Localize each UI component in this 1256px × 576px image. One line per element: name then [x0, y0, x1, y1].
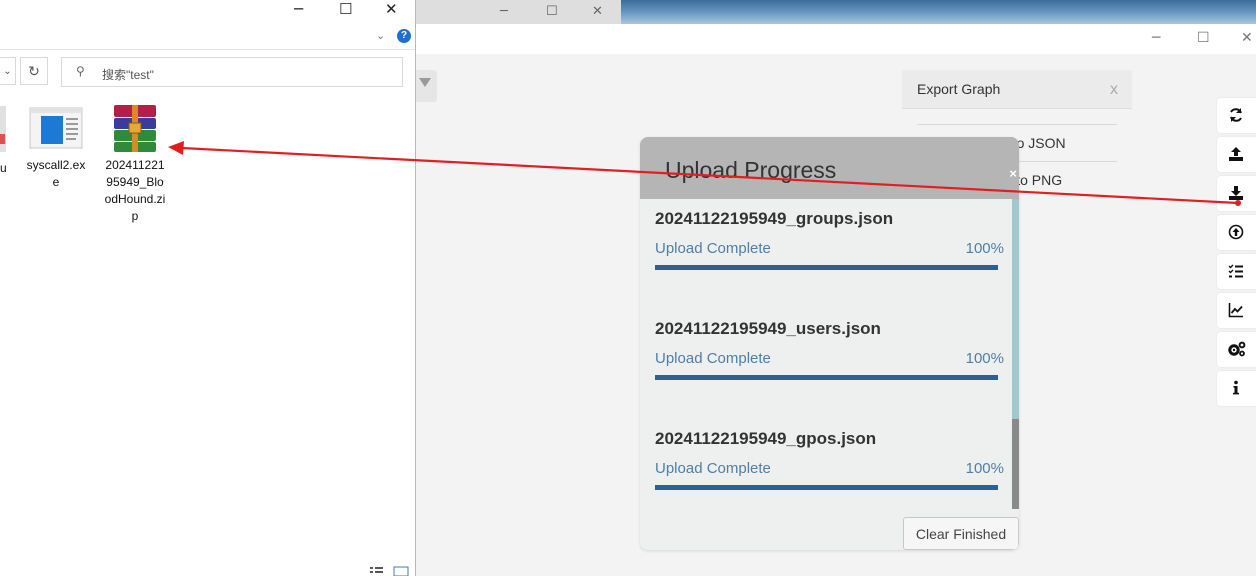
database-info-icon [1228, 303, 1243, 318]
bg-close-button[interactable]: ✕ [592, 4, 603, 19]
export-graph-header: Export Graph x [902, 70, 1132, 109]
export-graph-title: Export Graph [917, 81, 1001, 97]
upload-percent: 100% [965, 240, 1004, 257]
progress-bar-fill [655, 485, 998, 490]
upload-status: Upload Complete [655, 350, 771, 367]
desktop-wallpaper [621, 0, 1256, 24]
progress-bar-fill [655, 375, 998, 380]
app-minimize-button[interactable]: ─ [1152, 30, 1160, 46]
app-titlebar: ─ ☐ ✕ [416, 24, 1256, 54]
upload-status: Upload Complete [655, 460, 771, 477]
explorer-ribbon: ⌄ ? [0, 24, 415, 50]
progress-bar [655, 375, 998, 380]
upload-file-name: 20241122195949_gpos.json [655, 429, 877, 448]
progress-bar [655, 265, 998, 270]
file-label: syscall2.exe [26, 158, 86, 189]
about-button[interactable] [1217, 371, 1256, 406]
upload-item: 20241122195949_users.json Upload Complet… [655, 309, 1004, 409]
partial-file-icon[interactable] [0, 106, 6, 152]
upload-status: Upload Complete [655, 240, 771, 257]
export-button[interactable] [1217, 137, 1256, 172]
background-window-titlebar: ─ ☐ ✕ [416, 0, 621, 24]
export-icon [1229, 147, 1243, 161]
upload-percent: 100% [965, 350, 1004, 367]
import-icon [1229, 186, 1243, 200]
upload-item: 20241122195949_groups.json Upload Comple… [655, 199, 1004, 299]
upload-list-scrollbar[interactable] [1012, 199, 1019, 509]
clear-finished-button[interactable]: Clear Finished [903, 517, 1019, 550]
upload-file-name: 20241122195949_groups.json [655, 209, 894, 228]
upload-list: 20241122195949_groups.json Upload Comple… [640, 199, 1012, 509]
settings-button[interactable] [1217, 332, 1256, 367]
app-close-button[interactable]: ✕ [1241, 30, 1253, 46]
explorer-minimize-button[interactable]: ─ [294, 0, 303, 18]
view-mode-icons[interactable] [370, 566, 410, 576]
filter-button[interactable] [416, 70, 437, 102]
upload-item: 20241122195949_gpos.json Upload Complete… [655, 419, 1004, 519]
app-window: ─ ☐ ✕ Export Graph x Export to JSON Expo… [416, 24, 1256, 576]
refresh-button[interactable] [1217, 98, 1256, 133]
explorer-address-bar: ⌄ ↻ ⚲ 搜索"test" [0, 57, 415, 87]
winrar-archive-icon [107, 103, 163, 153]
graph-canvas[interactable]: Export Graph x Export to JSON Export to … [416, 54, 1256, 576]
queries-list-icon [1228, 264, 1243, 278]
partial-file-label[interactable]: u [0, 161, 7, 175]
about-icon [1233, 380, 1239, 395]
upload-progress-modal: Upload Progress × 20241122195949_groups.… [640, 137, 1019, 550]
file-item-syscall2[interactable]: syscall2.exe [21, 103, 91, 191]
explorer-close-button[interactable]: ✕ [385, 0, 398, 18]
import-button[interactable] [1217, 176, 1256, 211]
scrollbar-thumb-lower[interactable] [1012, 419, 1019, 509]
bg-minimize-button[interactable]: ─ [500, 4, 508, 19]
refresh-icon [1230, 108, 1242, 122]
expand-ribbon-chevron-icon[interactable]: ⌄ [376, 29, 385, 42]
file-item-bloodhound-zip[interactable]: 20241122195949_BloodHound.zip [100, 103, 170, 225]
upload-percent: 100% [965, 460, 1004, 477]
explorer-titlebar: ─ ☐ ✕ [0, 0, 415, 24]
file-label: 20241122195949_BloodHound.zip [104, 158, 166, 223]
file-explorer-window: ─ ☐ ✕ ⌄ ? ⌄ ↻ ⚲ 搜索"test" u syscall2.exe … [0, 0, 416, 576]
search-input[interactable]: ⚲ 搜索"test" [61, 57, 403, 87]
upload-data-button[interactable] [1217, 215, 1256, 250]
scrollbar-thumb[interactable] [1012, 199, 1019, 419]
upload-file-name: 20241122195949_users.json [655, 319, 881, 338]
database-info-button[interactable] [1217, 293, 1256, 328]
explorer-maximize-button[interactable]: ☐ [339, 0, 352, 18]
settings-icon [1228, 341, 1246, 357]
app-maximize-button[interactable]: ☐ [1197, 30, 1210, 46]
search-placeholder: 搜索"test" [102, 68, 154, 82]
upload-progress-header: Upload Progress × [640, 137, 1019, 199]
address-dropdown-button[interactable]: ⌄ [0, 57, 16, 85]
progress-bar [655, 485, 998, 490]
help-icon[interactable]: ? [397, 29, 411, 43]
upload-close-button[interactable]: × [1009, 166, 1017, 181]
upload-data-icon [1228, 224, 1244, 240]
progress-bar-fill [655, 265, 998, 270]
refresh-button[interactable]: ↻ [20, 57, 48, 85]
search-icon: ⚲ [76, 64, 85, 78]
bg-maximize-button[interactable]: ☐ [546, 4, 558, 19]
export-close-button[interactable]: x [1110, 81, 1118, 99]
upload-progress-title: Upload Progress [665, 157, 837, 183]
exe-window-icon [28, 103, 84, 153]
filter-icon [419, 78, 431, 87]
queries-button[interactable] [1217, 254, 1256, 289]
